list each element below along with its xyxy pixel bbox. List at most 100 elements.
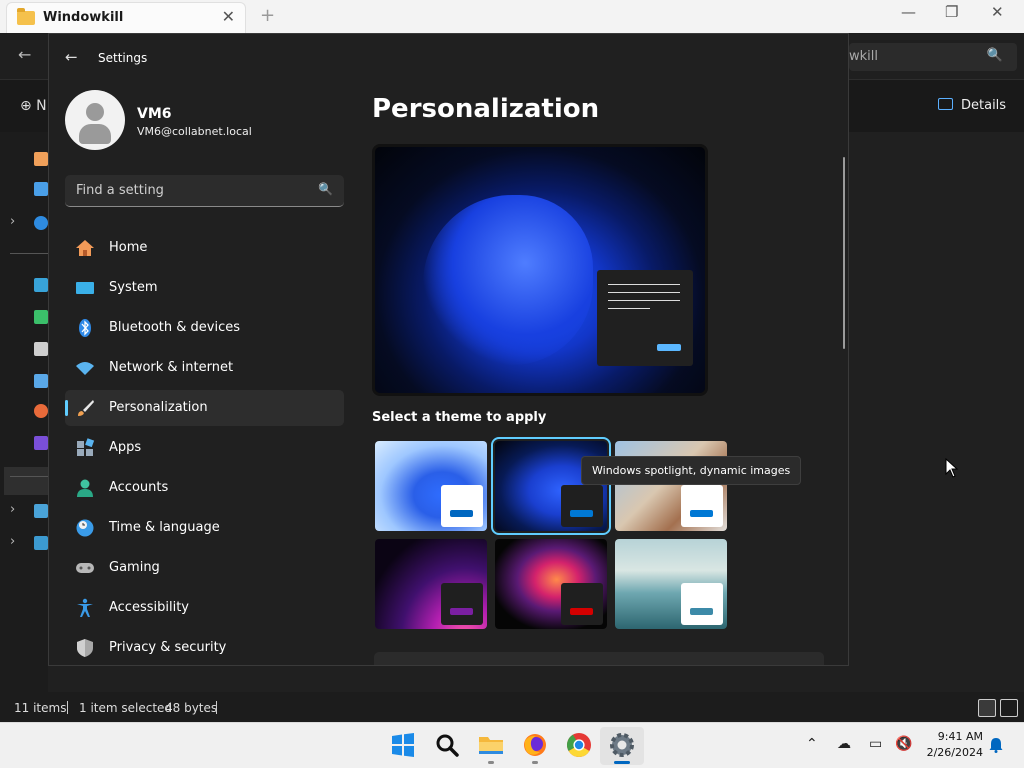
nav-item-bluetooth[interactable]: Bluetooth & devices [65,310,344,346]
onedrive-icon[interactable] [34,216,48,230]
user-name: VM6 [137,106,172,122]
user-email: VM6@collabnet.local [137,125,252,138]
nav-divider [10,476,48,477]
details-view-icon[interactable] [978,699,996,717]
start-icon[interactable] [389,731,417,759]
details-label: Details [961,98,1007,113]
firefox-icon[interactable] [521,731,549,759]
explorer-tab[interactable]: Windowkill ✕ [6,2,246,33]
nav-item-time-language[interactable]: Time & language [65,510,344,546]
chevron-right-icon[interactable]: › [10,502,15,517]
chrome-icon[interactable] [565,731,593,759]
downloads-icon[interactable] [34,310,48,324]
gallery-icon[interactable] [34,182,48,196]
chevron-right-icon[interactable]: › [10,214,15,229]
preview-window [597,270,693,366]
documents-icon[interactable] [34,342,48,356]
nav-item-apps[interactable]: Apps [65,430,344,466]
close-tab-icon[interactable]: ✕ [222,7,235,26]
nav-item-privacy-security[interactable]: Privacy & security [65,630,344,665]
nav-item-label: Accounts [109,480,169,495]
theme-mini-window [681,583,723,625]
theme-windows-dark[interactable] [491,437,611,535]
running-indicator [488,761,494,764]
theme-accent-bar [570,608,593,615]
taskbar: ⌃ ☁ ▭ 🔇 9:41 AM 2/26/2024 [0,722,1024,768]
theme-mini-window [681,485,723,527]
status-separator [67,701,68,714]
wifi-icon [76,362,94,375]
theme-captured-motion[interactable] [495,539,607,629]
nav-item-label: Personalization [109,400,208,415]
status-separator [216,701,217,714]
new-tab-button[interactable]: + [260,5,275,26]
chevron-up-icon[interactable]: ⌃ [806,736,818,752]
avatar-head [86,103,104,121]
nav-item-label: Home [109,240,148,255]
volume-muted-icon[interactable]: 🔇 [895,736,912,752]
theme-accent-bar [570,510,593,517]
nav-item-accounts[interactable]: Accounts [65,470,344,506]
settings-icon[interactable] [608,731,636,759]
running-indicator [532,761,538,764]
back-arrow-icon[interactable]: ← [65,48,78,66]
find-setting-input[interactable]: Find a setting 🔍 [65,175,344,207]
tiles-view-icon[interactable] [1000,699,1018,717]
display-icon[interactable]: ▭ [869,736,882,752]
search-icon[interactable] [433,731,461,759]
preview-button [657,344,681,351]
selection-size: 48 bytes [165,701,218,715]
this-pc-icon[interactable] [34,504,48,518]
onedrive-offline-icon[interactable]: ☁ [837,736,851,752]
desktop-icon[interactable] [34,278,48,292]
apps-icon [77,438,95,456]
theme-windows-light[interactable] [375,441,487,531]
explorer-navigation-pane: › › › [0,132,48,692]
nav-item-accessibility[interactable]: Accessibility [65,590,344,626]
clock-date[interactable]: 2/26/2024 [923,746,983,759]
theme-glow[interactable] [375,539,487,629]
chevron-right-icon[interactable]: › [10,534,15,549]
nav-item-network[interactable]: Network & internet [65,350,344,386]
mouse-cursor-icon [945,458,959,478]
avatar-body [79,124,111,144]
nav-item-gaming[interactable]: Gaming [65,550,344,586]
notification-bell-icon[interactable] [988,737,1004,753]
theme-tooltip: Windows spotlight, dynamic images [581,456,802,485]
brush-icon [78,400,94,416]
minimize-button[interactable]: — [901,3,916,21]
content-scrollbar[interactable] [843,157,845,349]
nav-item-personalization[interactable]: Personalization [65,390,344,426]
gamepad-icon [76,563,94,573]
network-icon[interactable] [34,536,48,550]
file-explorer-icon[interactable] [477,731,505,759]
page-title: Personalization [372,94,600,124]
back-arrow-icon[interactable]: ← [18,45,31,64]
explorer-tab-bar: Windowkill ✕ + — ❐ ✕ [0,0,1024,33]
folder-icon [17,8,35,25]
nav-item-home[interactable]: Home [65,230,344,266]
pictures-icon[interactable] [34,374,48,388]
clock-time[interactable]: 9:41 AM [935,730,983,743]
nav-item-label: Time & language [109,520,220,535]
details-button[interactable]: Details [938,98,1006,113]
nav-selected-row[interactable] [4,467,48,495]
details-pane-icon [938,98,953,110]
theme-accent-bar [450,608,473,615]
theme-windows-spotlight[interactable] [615,441,727,531]
nav-item-system[interactable]: System [65,270,344,306]
theme-flow[interactable] [615,539,727,629]
new-button[interactable]: ⊕ N [20,98,47,114]
close-window-button[interactable]: ✕ [991,3,1004,21]
nav-item-label: Bluetooth & devices [109,320,240,335]
maximize-button[interactable]: ❐ [945,3,958,21]
preview-line [608,308,650,309]
next-settings-card[interactable] [374,652,824,665]
theme-mini-window [561,485,603,527]
avatar[interactable] [65,90,125,150]
home-icon[interactable] [34,152,48,166]
globe-clock-icon [76,519,94,537]
explorer-search-box[interactable]: wkill 🔍 [849,43,1017,71]
music-icon[interactable] [34,404,48,418]
videos-icon[interactable] [34,436,48,450]
